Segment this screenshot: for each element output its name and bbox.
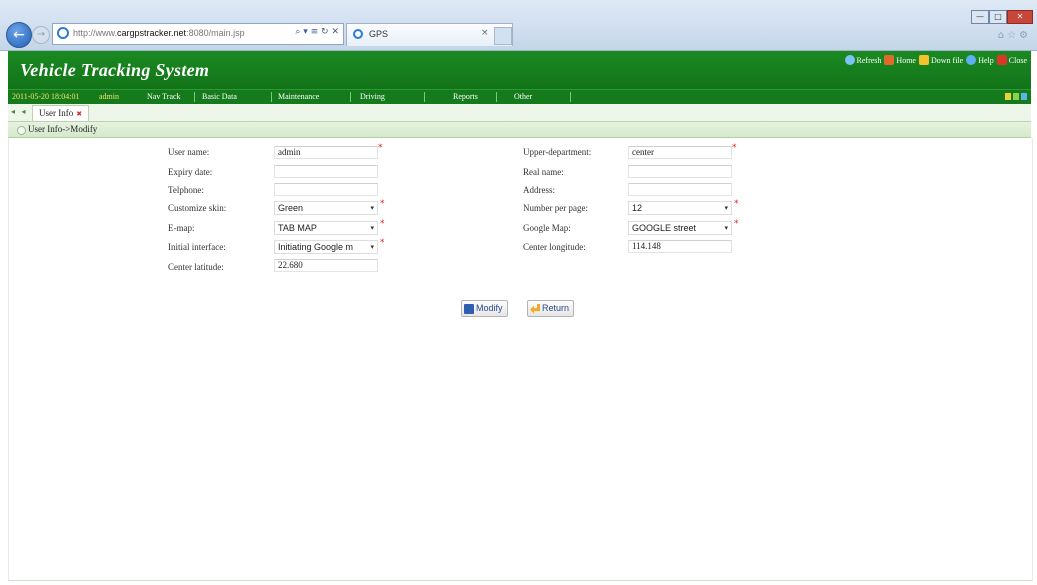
current-user: admin <box>99 92 119 101</box>
expiry-date-field[interactable] <box>274 165 378 178</box>
current-datetime: 2011-05-20 18:04:01 <box>12 92 80 101</box>
home-link[interactable]: Home <box>884 55 916 65</box>
chevron-down-icon: ▾ <box>370 204 374 212</box>
center-latitude-label: Center latitude: <box>168 262 224 272</box>
browser-toolbar-icons[interactable]: ⌂☆⚙ <box>998 30 1031 41</box>
number-per-page-select[interactable]: 12 ▾ <box>628 201 732 215</box>
menu-item-other[interactable]: Other <box>514 92 532 101</box>
circle-icon <box>17 126 26 135</box>
required-mark: * <box>380 238 385 248</box>
upper-department-field[interactable]: center <box>628 146 732 159</box>
forward-button[interactable]: → <box>32 26 50 44</box>
back-button[interactable]: ← <box>6 22 32 48</box>
modify-button[interactable]: Modify <box>461 300 508 317</box>
expiry-date-label: Expiry date: <box>168 167 213 177</box>
address-url: http://www.cargpstracker.net:8080/main.j… <box>73 28 245 38</box>
chevron-down-icon: ▾ <box>724 224 728 232</box>
customize-skin-select[interactable]: Green ▾ <box>274 201 378 215</box>
username-field[interactable]: admin <box>274 146 378 159</box>
download-link[interactable]: Down file <box>918 55 963 65</box>
user-info-form: User name: admin * Expiry date: Telphone… <box>8 138 1033 581</box>
menu-item-driving[interactable]: Driving <box>360 92 385 101</box>
menu-separator <box>424 92 425 102</box>
required-mark: * <box>734 219 739 229</box>
address-bar[interactable]: http://www.cargpstracker.net:8080/main.j… <box>52 23 344 45</box>
center-longitude-label: Center longitude: <box>523 242 586 252</box>
required-mark: * <box>380 199 385 209</box>
maximize-button[interactable]: □ <box>989 10 1007 24</box>
required-mark: * <box>734 199 739 209</box>
return-arrow-icon <box>530 303 540 314</box>
refresh-icon <box>844 55 855 65</box>
close-icon[interactable]: ✖ <box>76 110 82 118</box>
address-controls[interactable]: ⌕ ▾ ≡ ↻ ✕ <box>295 27 339 37</box>
chevron-down-icon: ▾ <box>370 224 374 232</box>
menu-separator <box>271 92 272 102</box>
window-controls: — □ ✕ <box>971 10 1033 24</box>
center-latitude-field[interactable]: 22.680 <box>274 259 378 272</box>
required-mark: * <box>380 219 385 229</box>
ie-icon <box>353 29 363 39</box>
skin-square-green[interactable] <box>1013 93 1019 100</box>
help-icon <box>966 55 977 65</box>
tab-user-info[interactable]: User Info ✖ <box>32 105 90 121</box>
initial-interface-select[interactable]: Initiating Google m ▾ <box>274 240 378 254</box>
minimize-button[interactable]: — <box>971 10 989 24</box>
browser-tab-gps[interactable]: GPS × <box>346 23 513 46</box>
save-icon <box>464 303 474 314</box>
main-menu: 2011-05-20 18:04:01 admin Nav Track Basi… <box>8 89 1031 105</box>
home-icon <box>884 55 895 65</box>
skin-color-squares <box>1005 93 1027 100</box>
menu-separator <box>194 92 195 102</box>
real-name-label: Real name: <box>523 167 564 177</box>
google-map-label: Google Map: <box>523 223 571 233</box>
address-field[interactable] <box>628 183 732 196</box>
number-per-page-label: Number per page: <box>523 203 588 213</box>
ie-icon <box>57 27 69 39</box>
telephone-label: Telphone: <box>168 185 204 195</box>
help-link[interactable]: Help <box>966 55 994 65</box>
emap-label: E-map: <box>168 223 195 233</box>
telephone-field[interactable] <box>274 183 378 196</box>
skin-square-blue[interactable] <box>1021 93 1027 100</box>
menu-item-nav-track[interactable]: Nav Track <box>147 92 181 101</box>
menu-separator <box>570 92 571 102</box>
initial-interface-label: Initial interface: <box>168 242 226 252</box>
header-actions: Refresh Home Down file Help Close <box>844 55 1027 65</box>
close-icon <box>996 55 1007 65</box>
menu-item-basic-data[interactable]: Basic Data <box>202 92 237 101</box>
real-name-field[interactable] <box>628 165 732 178</box>
upper-department-label: Upper-department: <box>523 147 592 157</box>
refresh-link[interactable]: Refresh <box>844 55 881 65</box>
new-tab-button[interactable] <box>494 27 512 45</box>
tab-scroll-arrows[interactable]: ◂ ◂ <box>11 107 28 116</box>
browser-tab-title: GPS <box>369 29 389 39</box>
menu-item-reports[interactable]: Reports <box>453 92 478 101</box>
required-mark: * <box>732 143 737 153</box>
app-header: Vehicle Tracking System Refresh Home Dow… <box>8 51 1031 89</box>
close-link[interactable]: Close <box>996 55 1027 65</box>
customize-skin-label: Customize skin: <box>168 203 227 213</box>
browser-chrome: ← → http://www.cargpstracker.net:8080/ma… <box>0 0 1037 51</box>
username-label: User name: <box>168 147 210 157</box>
app-tab-strip: ◂ ◂ User Info ✖ <box>8 104 1031 122</box>
skin-square-yellow[interactable] <box>1005 93 1011 100</box>
window-close-button[interactable]: ✕ <box>1007 10 1033 24</box>
return-button[interactable]: Return <box>527 300 575 317</box>
menu-item-maintenance[interactable]: Maintenance <box>278 92 319 101</box>
breadcrumb: User Info->Modify <box>8 122 1031 138</box>
google-map-select[interactable]: GOOGLE street ▾ <box>628 221 732 235</box>
menu-separator <box>350 92 351 102</box>
download-icon <box>918 55 929 65</box>
app-title: Vehicle Tracking System <box>20 60 210 80</box>
emap-select[interactable]: TAB MAP ▾ <box>274 221 378 235</box>
chevron-down-icon: ▾ <box>724 204 728 212</box>
close-tab-icon[interactable]: × <box>481 28 489 38</box>
address-label: Address: <box>523 185 555 195</box>
breadcrumb-text: User Info->Modify <box>28 124 98 134</box>
chevron-down-icon: ▾ <box>370 243 374 251</box>
menu-separator <box>496 92 497 102</box>
center-longitude-field[interactable]: 114.148 <box>628 240 732 253</box>
required-mark: * <box>378 143 383 153</box>
